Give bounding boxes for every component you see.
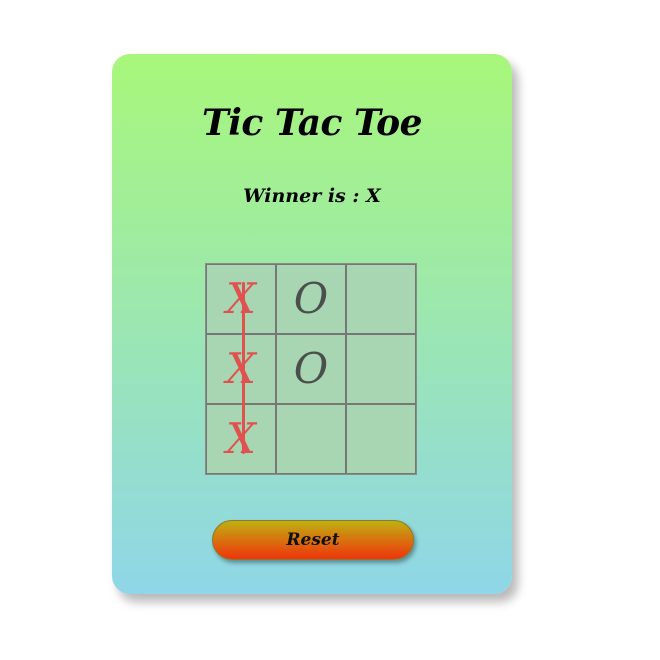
- board-cell[interactable]: [276, 404, 346, 474]
- winner-status: Winner is : X: [243, 185, 381, 207]
- board-cell[interactable]: X: [206, 264, 276, 334]
- game-board: X O X O X: [206, 264, 416, 474]
- board-cell[interactable]: [346, 404, 416, 474]
- game-card: Tic Tac Toe Winner is : X X O X O X Rese…: [112, 54, 512, 594]
- board-cell[interactable]: X: [206, 334, 276, 404]
- board-cell[interactable]: O: [276, 264, 346, 334]
- board-cell[interactable]: [346, 264, 416, 334]
- board-cell[interactable]: O: [276, 334, 346, 404]
- board-cell[interactable]: [346, 334, 416, 404]
- board-cell[interactable]: X: [206, 404, 276, 474]
- reset-button[interactable]: Reset: [212, 520, 414, 560]
- game-title: Tic Tac Toe: [201, 102, 423, 144]
